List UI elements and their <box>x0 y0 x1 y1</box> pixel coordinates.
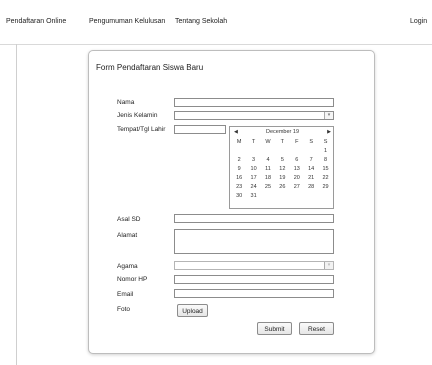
calendar-day[interactable] <box>304 147 318 156</box>
email-field[interactable] <box>174 289 334 298</box>
asal-sd-field[interactable] <box>174 214 334 223</box>
calendar-weekday-row: M T W T F S S <box>232 138 333 147</box>
calendar-day[interactable] <box>232 147 246 156</box>
calendar-day[interactable]: 24 <box>246 183 260 192</box>
calendar-grid: M T W T F S S 1 2 3 4 5 6 7 8 9 10 11 12… <box>232 138 333 201</box>
calendar-day[interactable]: 8 <box>318 156 332 165</box>
top-navigation-bar: Pendaftaran Online Pengumuman Kelulusan … <box>0 0 432 45</box>
jenis-kelamin-select[interactable]: ▾ <box>174 111 334 120</box>
calendar-day[interactable] <box>261 147 275 156</box>
calendar-day[interactable] <box>290 147 304 156</box>
calendar-day[interactable]: 22 <box>318 174 332 183</box>
calendar-week-row: 2 3 4 5 6 7 8 <box>232 156 333 165</box>
calendar-day[interactable] <box>246 147 260 156</box>
calendar-day[interactable]: 19 <box>275 174 289 183</box>
calendar-day[interactable]: 27 <box>290 183 304 192</box>
upload-button[interactable]: Upload <box>177 304 208 317</box>
calendar-day[interactable]: 10 <box>246 165 260 174</box>
calendar-week-row: 23 24 25 26 27 28 29 <box>232 183 333 192</box>
calendar-day[interactable]: 9 <box>232 165 246 174</box>
left-divider <box>16 44 17 365</box>
label-tempat-tgl-lahir: Tempat/Tgl Lahir <box>117 126 166 133</box>
nav-login[interactable]: Login <box>410 18 427 25</box>
calendar-day[interactable] <box>261 192 275 201</box>
calendar-week-row: 9 10 11 12 13 14 15 <box>232 165 333 174</box>
label-alamat: Alamat <box>117 232 138 239</box>
label-email: Email <box>117 291 134 298</box>
calendar-day[interactable]: 18 <box>261 174 275 183</box>
weekday-label: T <box>280 139 285 145</box>
calendar-day[interactable] <box>290 192 304 201</box>
nama-field[interactable] <box>174 98 334 107</box>
reset-button[interactable]: Reset <box>299 322 334 335</box>
calendar-day[interactable]: 26 <box>275 183 289 192</box>
alamat-textarea[interactable] <box>174 229 334 254</box>
calendar-day[interactable] <box>304 192 318 201</box>
nav-pendaftaran-online[interactable]: Pendaftaran Online <box>6 18 66 25</box>
label-nomor-hp: Nomor HP <box>117 276 148 283</box>
calendar-day[interactable]: 5 <box>275 156 289 165</box>
calendar-day[interactable]: 16 <box>232 174 246 183</box>
calendar-day[interactable]: 20 <box>290 174 304 183</box>
form-title: Form Pendaftaran Siswa Baru <box>96 63 204 72</box>
calendar-day[interactable]: 6 <box>290 156 304 165</box>
next-month-icon[interactable]: ▶ <box>327 129 331 135</box>
calendar-day[interactable]: 21 <box>304 174 318 183</box>
calendar-month-title: December 19 <box>265 129 300 135</box>
calendar-day[interactable] <box>275 192 289 201</box>
weekday-label: M <box>236 139 242 145</box>
calendar-day[interactable]: 1 <box>318 147 332 156</box>
nomor-hp-field[interactable] <box>174 275 334 284</box>
calendar-day[interactable]: 4 <box>261 156 275 165</box>
calendar-day[interactable]: 13 <box>290 165 304 174</box>
calendar-day[interactable]: 11 <box>261 165 275 174</box>
calendar-day[interactable]: 17 <box>246 174 260 183</box>
chevron-down-icon[interactable]: ▾ <box>324 262 333 269</box>
calendar-day[interactable] <box>318 192 332 201</box>
calendar-day[interactable]: 29 <box>318 183 332 192</box>
label-jenis-kelamin: Jenis Kelamin <box>117 112 158 119</box>
chevron-down-icon[interactable]: ▾ <box>324 112 333 119</box>
weekday-label: S <box>323 139 328 145</box>
weekday-label: F <box>295 139 299 145</box>
nav-tentang-sekolah[interactable]: Tentang Sekolah <box>175 18 227 25</box>
calendar-day[interactable]: 7 <box>304 156 318 165</box>
calendar-day[interactable]: 3 <box>246 156 260 165</box>
submit-button[interactable]: Submit <box>257 322 292 335</box>
calendar-day[interactable]: 23 <box>232 183 246 192</box>
calendar-day[interactable]: 25 <box>261 183 275 192</box>
label-agama: Agama <box>117 263 138 270</box>
calendar-day[interactable]: 14 <box>304 165 318 174</box>
calendar-day[interactable]: 30 <box>232 192 246 201</box>
registration-form-card: Form Pendaftaran Siswa Baru Nama Jenis K… <box>88 50 375 354</box>
calendar-week-row: 1 <box>232 147 333 156</box>
calendar-week-row: 30 31 <box>232 192 333 201</box>
calendar-day[interactable] <box>275 147 289 156</box>
calendar-day[interactable]: 28 <box>304 183 318 192</box>
calendar-day[interactable]: 31 <box>246 192 260 201</box>
label-nama: Nama <box>117 99 135 106</box>
agama-select[interactable]: ▾ <box>174 261 334 270</box>
calendar-day[interactable]: 15 <box>318 165 332 174</box>
tempat-lahir-field[interactable] <box>174 125 226 134</box>
calendar-header: ◀ December 19 ▶ <box>230 128 335 137</box>
calendar-day[interactable]: 2 <box>232 156 246 165</box>
weekday-label: S <box>309 139 313 145</box>
weekday-label: T <box>251 139 256 145</box>
weekday-label: W <box>265 139 271 145</box>
label-asal-sd: Asal SD <box>117 216 141 223</box>
date-picker-calendar: ◀ December 19 ▶ M T W T F S S 1 2 3 4 5 … <box>229 126 334 209</box>
calendar-week-row: 16 17 18 19 20 21 22 <box>232 174 333 183</box>
calendar-day[interactable]: 12 <box>275 165 289 174</box>
nav-pengumuman-kelulusan[interactable]: Pengumuman Kelulusan <box>89 18 165 25</box>
label-foto: Foto <box>117 306 131 313</box>
